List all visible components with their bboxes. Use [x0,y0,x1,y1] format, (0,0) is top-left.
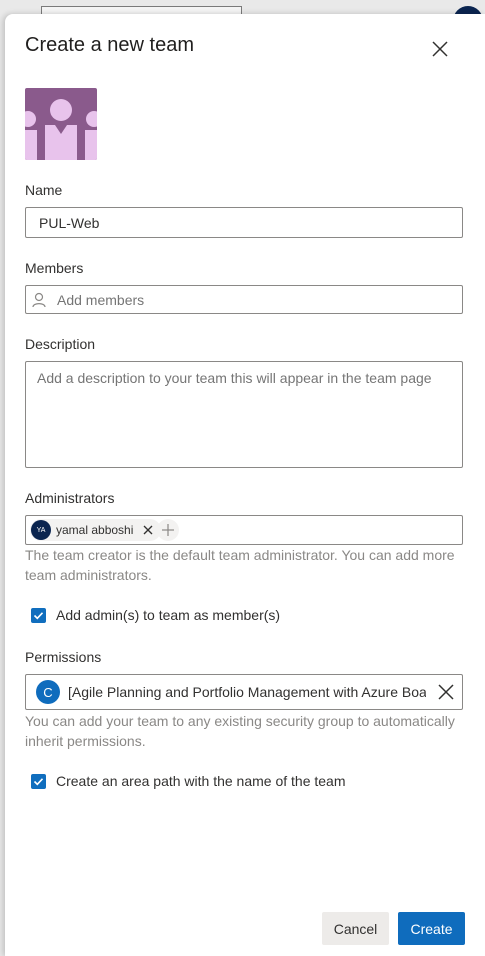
administrators-field[interactable]: YA yamal abboshi [25,515,463,545]
dialog-title: Create a new team [25,34,194,56]
add-admins-label[interactable]: Add admin(s) to team as member(s) [56,607,280,623]
remove-admin-icon[interactable] [141,523,155,537]
team-group-icon [25,99,97,160]
close-icon [432,41,448,57]
name-input[interactable] [37,213,451,232]
add-admins-checkbox[interactable] [31,608,46,623]
permission-group-value: [Agile Planning and Portfolio Management… [68,684,426,700]
admin-chip-name: yamal abboshi [56,523,134,537]
create-team-dialog: Create a new team Name Members Descripti… [5,14,485,956]
area-path-checkbox[interactable] [31,774,46,789]
permission-group-avatar: C [36,680,60,704]
description-field[interactable] [25,361,463,468]
admin-chip: YA yamal abboshi [30,519,162,541]
name-field[interactable] [25,207,463,238]
person-icon [32,292,46,307]
description-textarea[interactable] [26,362,462,468]
close-button[interactable] [425,34,453,62]
description-label: Description [25,336,96,352]
permissions-field[interactable]: C [Agile Planning and Portfolio Manageme… [25,674,463,710]
members-input[interactable] [55,290,439,309]
members-field[interactable] [25,285,463,314]
administrators-helper: The team creator is the default team adm… [25,547,455,583]
add-admin-button[interactable] [157,519,179,541]
team-image[interactable] [25,88,97,160]
name-label: Name [25,182,63,198]
create-button[interactable]: Create [398,912,465,945]
clear-permission-icon[interactable] [436,682,456,702]
cancel-button[interactable]: Cancel [322,912,389,945]
checkmark-icon [33,778,44,786]
permissions-label: Permissions [25,649,102,665]
checkmark-icon [33,612,44,620]
members-label: Members [25,260,84,276]
avatar: YA [31,520,51,540]
permissions-helper: You can add your team to any existing se… [25,713,455,749]
area-path-label[interactable]: Create an area path with the name of the… [56,773,346,789]
administrators-label: Administrators [25,490,115,506]
plus-icon [162,524,174,536]
